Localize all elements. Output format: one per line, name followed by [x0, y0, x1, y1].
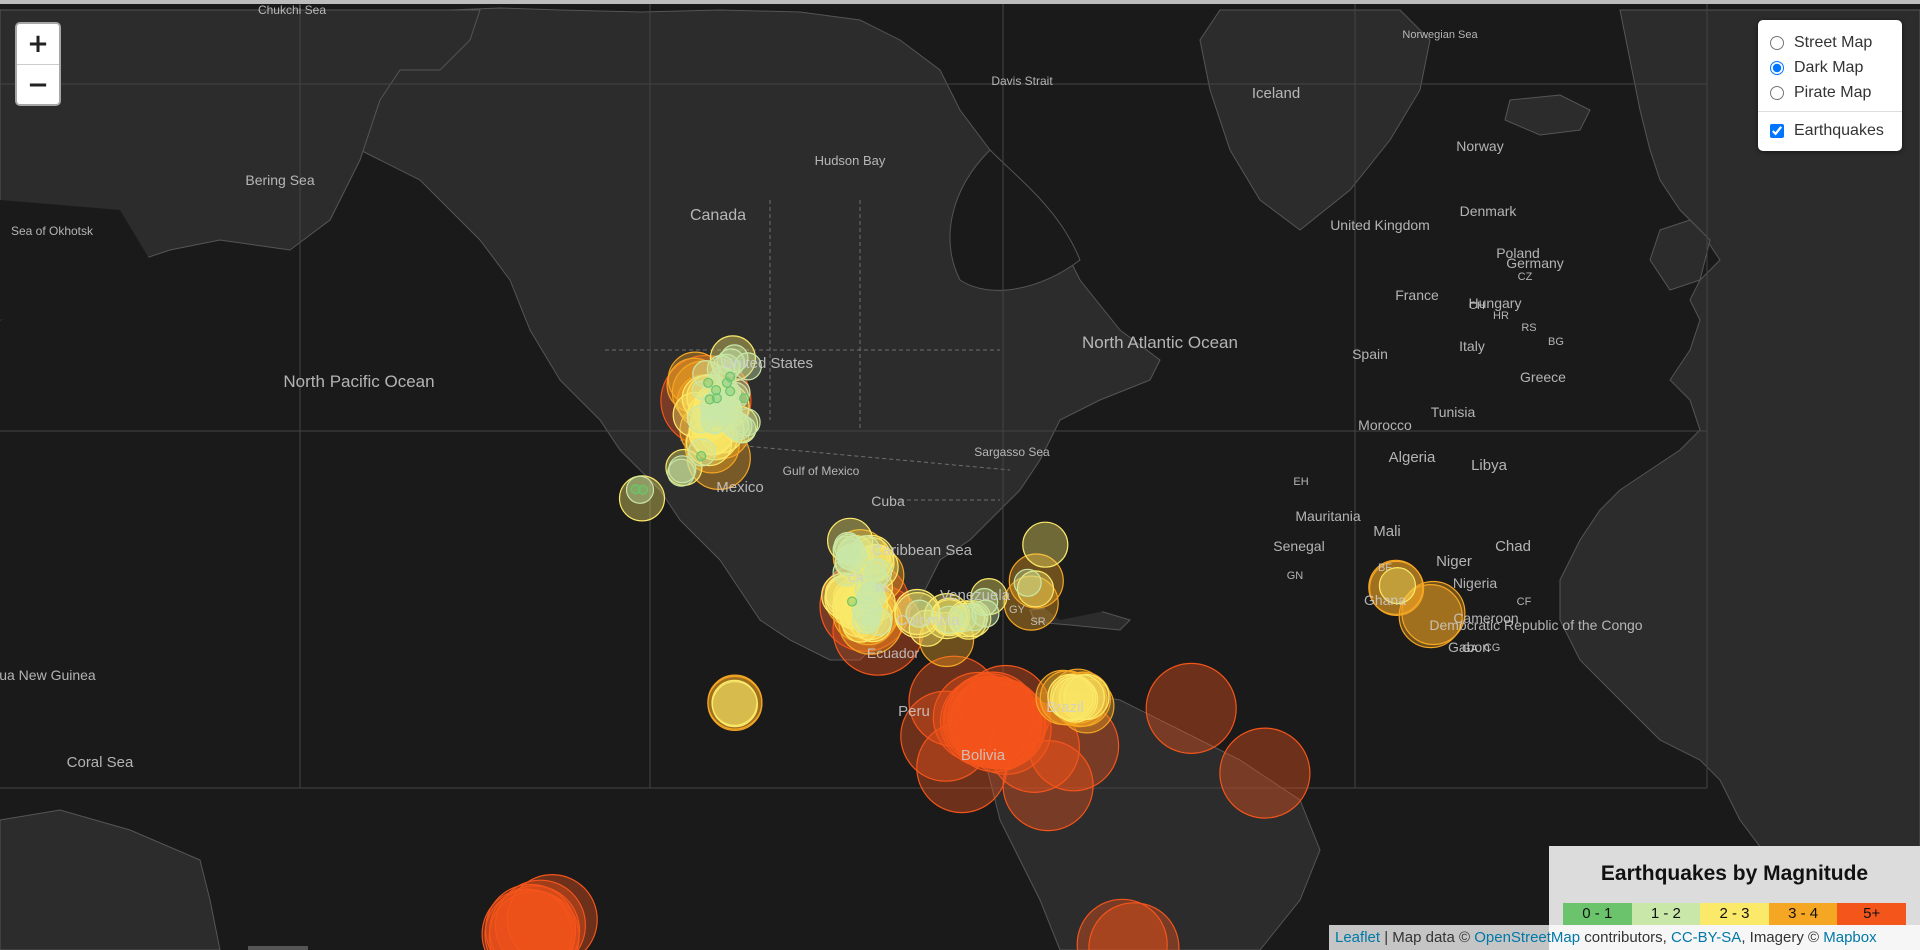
layer-option-street-map[interactable]: Street Map	[1770, 30, 1894, 55]
attribution-text: | Map data ©	[1380, 929, 1475, 946]
map-label: Colombia	[896, 612, 960, 629]
map-label: Coral Sea	[67, 754, 134, 771]
map-label: Caribbean Sea	[872, 542, 973, 559]
map-label: North Pacific Ocean	[283, 372, 434, 391]
map-label: Hudson Bay	[815, 153, 886, 168]
layer-option-pirate-map[interactable]: Pirate Map	[1770, 80, 1894, 105]
map-label: North Atlantic Ocean	[1082, 333, 1238, 352]
leaflet-link[interactable]: Leaflet	[1335, 929, 1380, 946]
map-label: Bering Sea	[245, 172, 314, 188]
map-label: Bolivia	[961, 747, 1006, 764]
legend-item-5-plus: 5+	[1837, 903, 1906, 925]
map-label: Venezuela	[940, 587, 1011, 604]
map-label: Papua New Guinea	[0, 667, 96, 683]
map-labels: Chukchi Sea Bering Sea Sea of Okhotsk North…	[0, 3, 1643, 771]
map-label: Greece	[1520, 369, 1566, 385]
mapbox-link[interactable]: Mapbox	[1823, 929, 1876, 946]
map-label: BF	[1378, 562, 1392, 574]
map-label: Mauritania	[1295, 508, 1361, 524]
map-label: Tunisia	[1431, 404, 1476, 420]
zoom-in-button[interactable]: +	[17, 24, 59, 64]
map[interactable]: Chukchi Sea Bering Sea Sea of Okhotsk North…	[0, 0, 1920, 950]
openstreetmap-link[interactable]: OpenStreetMap	[1474, 929, 1580, 946]
map-label: RS	[1521, 322, 1536, 334]
top-border	[0, 0, 1920, 4]
map-label: Ghana	[1364, 592, 1406, 608]
map-label: Brazil	[1046, 699, 1084, 716]
map-label: Gulf of Mexico	[783, 464, 860, 478]
legend-item-3-4: 3 - 4	[1768, 903, 1838, 925]
map-label: GN	[1287, 570, 1304, 582]
street-map-radio[interactable]	[1770, 35, 1784, 50]
map-label: GY	[1009, 604, 1026, 616]
map-label: Cuba	[871, 493, 905, 509]
map-label: CF	[1517, 596, 1532, 608]
map-label: Senegal	[1273, 538, 1324, 554]
attribution: Leaflet | Map data © OpenStreetMap contr…	[1329, 925, 1920, 950]
map-label: Sea of Okhotsk	[11, 224, 94, 238]
attribution-text: contributors,	[1580, 929, 1671, 946]
map-label: CR	[848, 573, 864, 585]
legend-item-1-2: 1 - 2	[1631, 903, 1701, 925]
map-label: United States	[723, 355, 813, 372]
map-label: United Kingdom	[1330, 217, 1430, 233]
zoom-out-button[interactable]: −	[17, 64, 59, 104]
map-label: Mexico	[716, 479, 764, 496]
attribution-text: , Imagery ©	[1741, 929, 1824, 946]
scrollbar-thumb[interactable]	[248, 946, 308, 950]
legend-item-2-3: 2 - 3	[1700, 903, 1769, 925]
layer-option-dark-map[interactable]: Dark Map	[1770, 55, 1894, 80]
earthquakes-checkbox[interactable]	[1770, 123, 1784, 138]
map-label: Canada	[690, 207, 746, 224]
map-label: Sargasso Sea	[974, 445, 1050, 459]
overlay-label: Earthquakes	[1794, 121, 1884, 139]
map-label: Niger	[1436, 553, 1472, 570]
map-label: Iceland	[1252, 85, 1300, 102]
map-label: Norway	[1456, 138, 1503, 154]
map-label: Spain	[1352, 346, 1388, 362]
map-label: Mali	[1373, 523, 1401, 540]
map-label: HR	[1493, 310, 1509, 322]
map-label: France	[1395, 287, 1439, 303]
pirate-map-radio[interactable]	[1770, 85, 1784, 100]
map-label: CH	[1469, 300, 1485, 312]
map-label: Davis Strait	[991, 74, 1053, 88]
layer-control: Street Map Dark Map Pirate Map Earthquak…	[1758, 20, 1902, 151]
map-label: Nigeria	[1453, 575, 1498, 591]
map-label: Morocco	[1358, 417, 1412, 433]
map-label: Norwegian Sea	[1402, 29, 1478, 41]
map-label: CZ	[1518, 271, 1533, 283]
map-label: Chukchi Sea	[258, 3, 326, 17]
map-label: Denmark	[1460, 203, 1518, 219]
legend-item-0-1: 0 - 1	[1563, 903, 1632, 925]
map-label: Democratic Republic of the Congo	[1429, 617, 1642, 633]
overlay-option-earthquakes[interactable]: Earthquakes	[1770, 118, 1894, 143]
layer-separator	[1758, 111, 1902, 112]
legend-title: Earthquakes by Magnitude	[1600, 862, 1869, 885]
map-label: EH	[1293, 476, 1308, 488]
cc-by-sa-link[interactable]: CC-BY-SA	[1671, 929, 1741, 946]
map-label: GA	[1462, 643, 1479, 655]
map-label: Peru	[898, 703, 930, 720]
layer-label: Pirate Map	[1794, 83, 1872, 101]
map-label: SR	[1030, 616, 1045, 628]
layer-label: Dark Map	[1794, 58, 1864, 76]
map-label: Ecuador	[867, 645, 919, 661]
map-label: CG	[1484, 642, 1501, 654]
map-label: Chad	[1495, 538, 1531, 555]
map-label: PA	[875, 583, 890, 595]
map-label: BG	[1548, 336, 1564, 348]
legend-row: 0 - 1 1 - 2 2 - 3 3 - 4 5+	[1563, 903, 1906, 925]
map-label: Italy	[1459, 338, 1485, 354]
dark-map-radio[interactable]	[1770, 60, 1784, 75]
zoom-control: + −	[15, 22, 61, 106]
map-label: Germany	[1506, 255, 1564, 271]
map-label: Algeria	[1389, 449, 1436, 466]
layer-label: Street Map	[1794, 33, 1873, 51]
map-label: Libya	[1471, 457, 1508, 474]
